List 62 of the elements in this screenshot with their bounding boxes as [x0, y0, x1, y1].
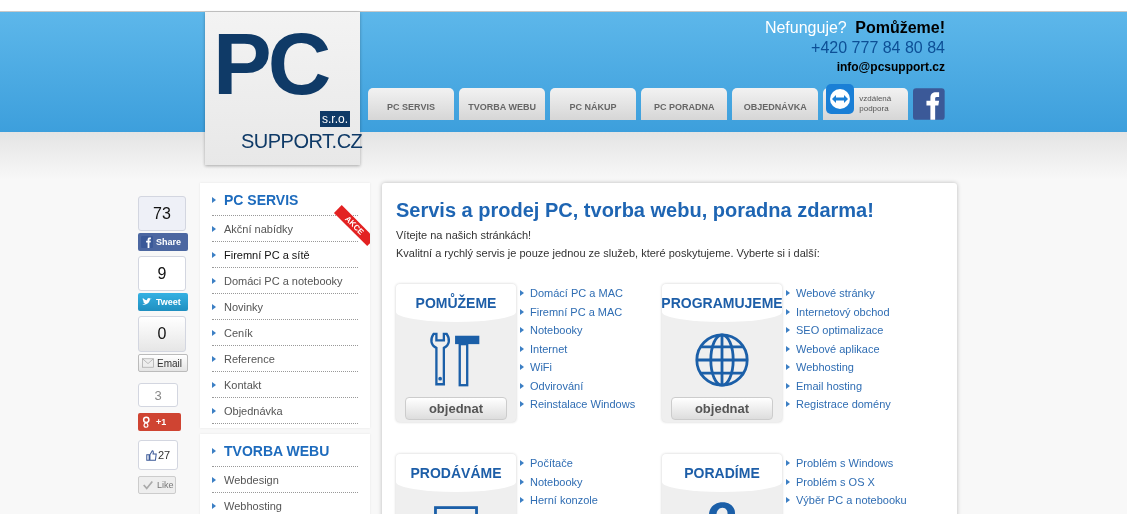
- service-link[interactable]: Webové aplikace: [796, 342, 880, 355]
- service-link[interactable]: Registrace domény: [796, 398, 891, 411]
- service-link[interactable]: Webhosting: [796, 361, 854, 374]
- share-count: 73: [138, 196, 186, 231]
- menu-item[interactable]: Reference: [224, 352, 275, 365]
- order-button[interactable]: objednat: [405, 397, 507, 420]
- menu-item[interactable]: Objednávka: [224, 404, 283, 417]
- service-link[interactable]: Internetový obchod: [796, 305, 890, 318]
- tagline: Nefunguje? Pomůžeme!: [764, 19, 945, 37]
- menu-item[interactable]: Firemní PC a sítě: [224, 248, 310, 261]
- service-link[interactable]: Firemní PC a MAC: [530, 305, 623, 318]
- service-title: PORADÍME: [684, 465, 760, 481]
- menu-item[interactable]: Webhosting: [224, 499, 282, 512]
- like-button[interactable]: Like: [138, 476, 176, 494]
- nav-tab[interactable]: PC NÁKUP: [550, 88, 637, 120]
- menu-item[interactable]: Novinky: [224, 300, 264, 313]
- menu-heading[interactable]: TVORBA WEBU: [224, 443, 330, 459]
- menu-item[interactable]: Ceník: [224, 326, 253, 339]
- service-link[interactable]: Odvirování: [530, 379, 584, 392]
- service-link[interactable]: Notebooky: [530, 324, 583, 337]
- service-title: PRODÁVÁME: [410, 465, 502, 481]
- service-link[interactable]: Email hosting: [796, 379, 863, 392]
- logo-text: SUPPORT.CZ: [241, 130, 363, 153]
- service-link[interactable]: Výběr PC a notebooku: [796, 494, 907, 507]
- service-link[interactable]: Webové stránky: [796, 287, 875, 300]
- menu-item[interactable]: Kontakt: [224, 378, 262, 391]
- plus-one-button[interactable]: +1: [138, 413, 181, 431]
- like-count: 27: [138, 440, 178, 470]
- logo-mark: PC: [213, 20, 328, 108]
- phone-number: +420 777 84 80 84: [811, 39, 945, 57]
- email-button[interactable]: Email: [138, 354, 188, 372]
- logo-suffix: s.r.o.: [320, 111, 350, 127]
- service-link[interactable]: SEO optimalizace: [796, 324, 884, 337]
- service-link[interactable]: Počítače: [530, 457, 573, 470]
- nav-tab[interactable]: OBJEDNÁVKA: [732, 88, 819, 120]
- service-link[interactable]: Internet: [530, 342, 568, 355]
- intro-text: Kvalitní a rychlý servis je pouze jednou ze služeb, které poskytujeme. Vyberte si i další:: [396, 246, 821, 261]
- nav-tab[interactable]: TVORBA WEBU: [459, 88, 546, 120]
- nav-tab[interactable]: PC SERVIS: [368, 88, 455, 120]
- page-heading: Servis a prodej PC, tvorba webu, poradna zdarma!: [396, 199, 875, 222]
- menu-item[interactable]: Webdesign: [224, 473, 279, 486]
- menu-item[interactable]: Domáci PC a notebooky: [224, 274, 343, 287]
- order-button[interactable]: objednat: [671, 397, 773, 420]
- service-title: POMŮŽEME: [415, 295, 497, 311]
- intro-text: Vítejte na našich stránkách!: [396, 228, 533, 243]
- plus-one-count: 3: [138, 383, 178, 407]
- nav-tab[interactable]: PC PORADNA: [641, 88, 728, 120]
- service-link[interactable]: Notebooky: [530, 475, 583, 488]
- service-title: PROGRAMUJEME: [662, 295, 782, 311]
- service-link[interactable]: Problém s OS X: [796, 475, 875, 488]
- service-link[interactable]: Problém s Windows: [796, 457, 894, 470]
- share-button[interactable]: Share: [138, 233, 188, 251]
- service-link[interactable]: Reinstalace Windows: [530, 398, 636, 411]
- menu-item[interactable]: Akční nabídky: [224, 222, 294, 235]
- service-link[interactable]: Herní konzole: [530, 494, 598, 507]
- menu-heading[interactable]: PC SERVIS: [224, 192, 299, 208]
- email-count: 0: [138, 316, 186, 352]
- service-link[interactable]: WiFi: [530, 361, 552, 374]
- tweet-count: 9: [138, 256, 186, 291]
- tweet-button[interactable]: Tweet: [138, 293, 188, 311]
- email-address: info@pcsupport.cz: [836, 60, 945, 74]
- service-link[interactable]: Domácí PC a MAC: [530, 287, 623, 300]
